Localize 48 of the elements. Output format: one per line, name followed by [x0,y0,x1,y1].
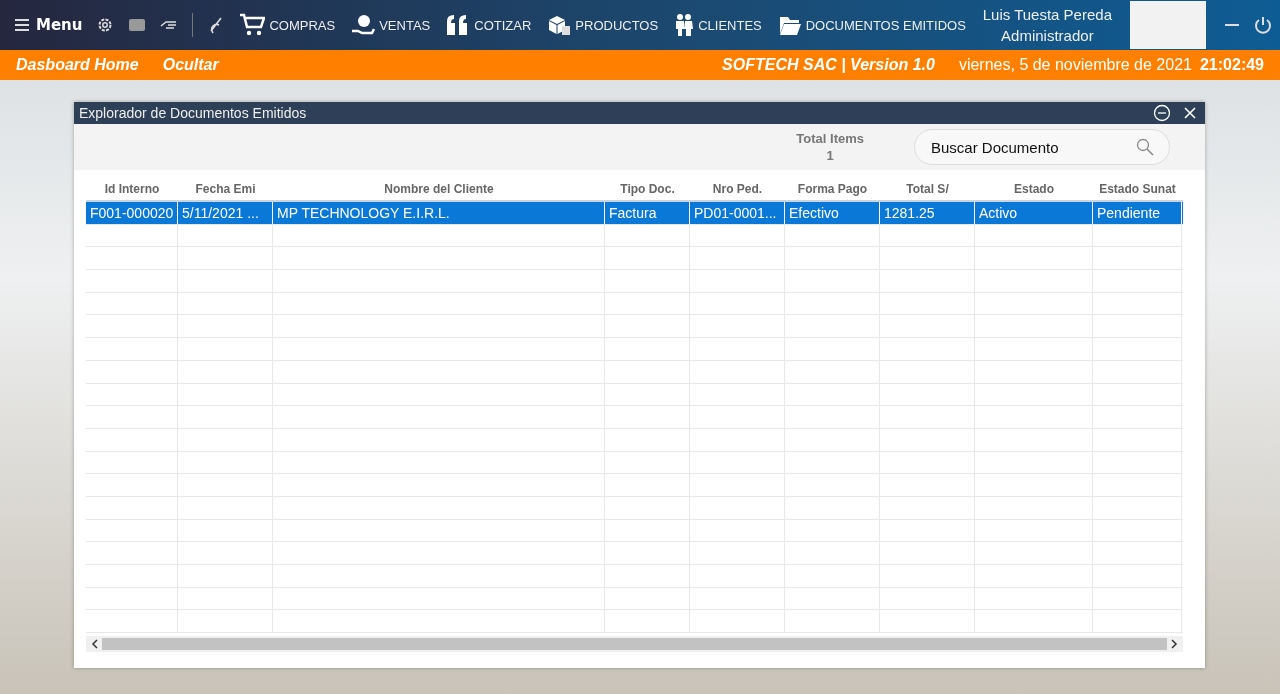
power-icon[interactable] [1254,16,1272,34]
dialog-title: Explorador de Documentos Emitidos [79,105,308,121]
search-field[interactable]: Buscar Documento [914,129,1170,165]
column-header[interactable]: Id Interno [86,182,178,196]
table-cell: 1281.25 [880,202,975,224]
table-cell: MP TECHNOLOGY E.I.R.L. [273,202,605,224]
user-role: Administrador [1001,27,1094,44]
total-items-value: 1 [826,148,834,163]
menu-icon [14,18,30,32]
table-cell: Factura [605,202,690,224]
scroll-left-icon[interactable] [90,639,100,649]
table-cell: PD01-0001... [690,202,785,224]
table-cell: Pendiente [1093,202,1182,224]
hand-coin-icon [351,13,376,37]
menu-button[interactable]: Menu [14,16,83,34]
nav-item[interactable]: VENTAS [351,13,431,37]
column-header[interactable]: Fecha Emi [178,182,273,196]
table-row[interactable]: F001-000020 5/11/2021 ... MP TECHNOLOGY E.I.R.L. Factura PD01-0001... Efectivo 1281.25 Activo Pendiente [86,202,1183,225]
square-icon[interactable] [128,18,147,32]
column-header[interactable]: Nombre del Cliente [273,182,605,196]
minimize-icon[interactable] [1153,104,1171,122]
cart-icon [239,13,266,37]
company-version: SOFTECH SAC | Version 1.0 [722,56,935,74]
nav-item[interactable]: CLIENTES [674,13,762,37]
column-header[interactable]: Total S/ [880,182,975,196]
user-name: Luis Tuesta Pereda [982,6,1112,23]
boxes-icon [547,14,572,36]
column-header[interactable]: Tipo Doc. [605,182,690,196]
column-header[interactable]: Estado Sunat [1093,182,1182,196]
table-cell: Efectivo [785,202,880,224]
total-items-label: Total Items [796,131,864,146]
table-cell: Activo [975,202,1093,224]
nav-item[interactable]: COTIZAR [446,13,532,37]
people-icon [674,13,695,37]
close-icon[interactable] [1183,106,1197,120]
column-header[interactable]: Forma Pago [785,182,880,196]
search-icon [1136,138,1154,156]
nav-item[interactable]: DOCUMENTOS EMITIDOS [777,13,966,37]
column-header[interactable]: Nro Ped. [690,182,785,196]
table-cell: F001-000020 [86,202,178,224]
nav-item[interactable]: COMPRAS [239,13,336,37]
date-text: viernes, 5 de noviembre de 2021 [958,56,1192,74]
time-text: 21:02:49 [1199,56,1264,74]
scroll-right-icon[interactable] [1169,639,1179,649]
horizontal-scrollbar[interactable] [86,636,1183,652]
column-header[interactable]: Estado [975,182,1093,196]
nav-item[interactable]: PRODUCTOS [547,14,659,36]
table-cell: 5/11/2021 ... [178,202,273,224]
